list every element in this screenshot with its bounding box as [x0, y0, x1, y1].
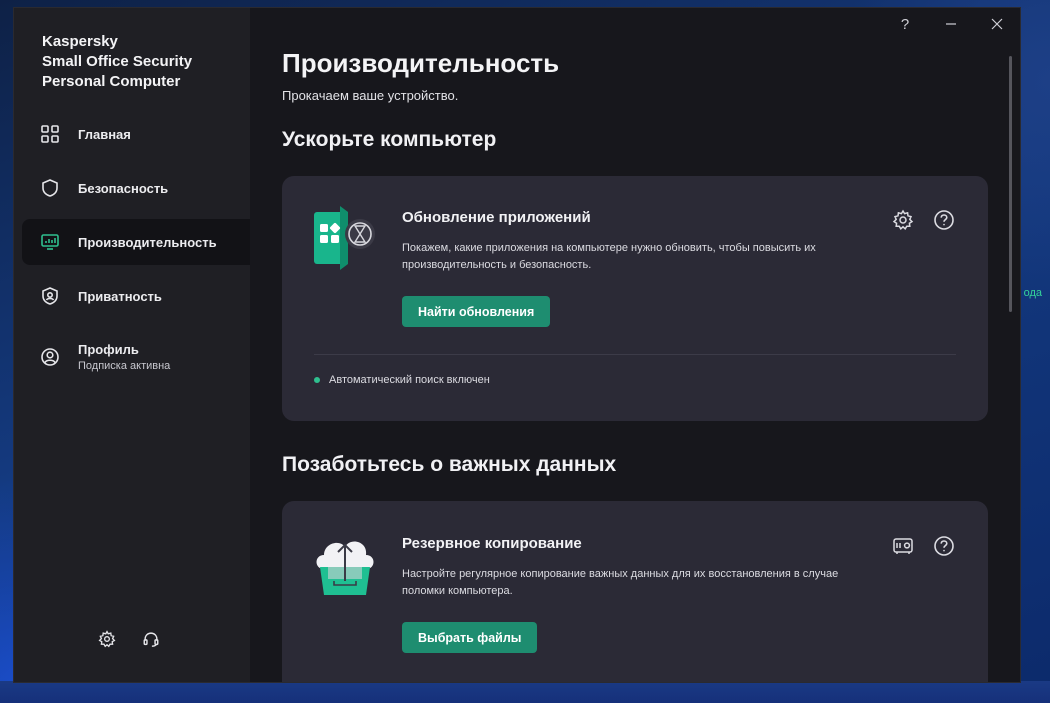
- help-button[interactable]: ?: [882, 8, 928, 40]
- gear-icon[interactable]: [98, 630, 116, 648]
- privacy-shield-icon: [40, 286, 60, 306]
- app-window: Kaspersky Small Office Security Personal…: [14, 8, 1020, 682]
- card-title: Обновление приложений: [402, 209, 591, 226]
- main-content: ? Производительность Прокачаем ваше устр…: [250, 8, 1020, 682]
- desktop-label: ода: [1023, 287, 1042, 299]
- window-controls: ?: [882, 8, 1020, 40]
- minimize-button[interactable]: [928, 8, 974, 40]
- help-circle-icon[interactable]: [933, 535, 955, 557]
- sidebar-bottom-actions: [98, 630, 160, 648]
- close-icon: [991, 18, 1003, 30]
- gear-icon[interactable]: [892, 209, 914, 231]
- sidebar-item-home[interactable]: Главная: [22, 111, 250, 157]
- card-divider: [314, 354, 956, 355]
- shield-icon: [40, 178, 60, 198]
- brand-line-1: Kaspersky: [42, 33, 118, 50]
- headset-icon[interactable]: [142, 630, 160, 648]
- app-update-illustration-icon: [310, 204, 380, 274]
- sidebar-item-label: Приватность: [78, 288, 162, 304]
- sidebar-item-label: Производительность: [78, 234, 217, 250]
- sidebar-item-profile[interactable]: Профиль Подписка активна: [22, 334, 250, 380]
- close-button[interactable]: [974, 8, 1020, 40]
- brand-line-3: Personal Computer: [42, 73, 181, 90]
- status-indicator-icon: [314, 377, 320, 383]
- backup-card: Резервное копирование Настройте регулярн…: [282, 501, 988, 682]
- status-text: Автоматический поиск включен: [329, 374, 490, 386]
- card-description: Настройте регулярное копирование важных …: [402, 568, 839, 597]
- brand-line-2: Small Office Security: [42, 53, 193, 70]
- home-grid-icon: [40, 124, 60, 144]
- sidebar-item-privacy[interactable]: Приватность: [22, 273, 250, 319]
- find-updates-button[interactable]: Найти обновления: [402, 296, 551, 327]
- backup-cloud-illustration-icon: [310, 529, 380, 599]
- profile-icon: [40, 347, 60, 367]
- sidebar-item-security[interactable]: Безопасность: [22, 165, 250, 211]
- backup-storage-icon[interactable]: [892, 535, 914, 557]
- sidebar-item-performance[interactable]: Производительность: [22, 219, 250, 265]
- section-title-data-care: Позаботьтесь о важных данных: [282, 453, 617, 476]
- app-brand: Kaspersky Small Office Security Personal…: [42, 32, 192, 92]
- monitor-icon: [40, 232, 60, 252]
- choose-files-button[interactable]: Выбрать файлы: [402, 622, 538, 653]
- sidebar-item-label: Профиль: [78, 342, 139, 357]
- app-update-card: Обновление приложений Покажем, какие при…: [282, 176, 988, 421]
- page-title: Производительность: [282, 48, 560, 78]
- help-circle-icon[interactable]: [933, 209, 955, 231]
- scrollbar-thumb[interactable]: [1009, 56, 1012, 312]
- desktop-taskbar-strip: [0, 681, 1050, 703]
- sidebar-item-label: Безопасность: [78, 180, 169, 196]
- page-subtitle: Прокачаем ваше устройство.: [282, 88, 459, 103]
- card-title: Резервное копирование: [402, 535, 582, 552]
- sidebar: Kaspersky Small Office Security Personal…: [14, 8, 250, 682]
- sidebar-item-label: Главная: [78, 126, 131, 142]
- auto-search-status: Автоматический поиск включен: [314, 374, 490, 386]
- card-description: Покажем, какие приложения на компьютере …: [402, 242, 816, 271]
- minimize-icon: [946, 23, 956, 25]
- section-title-speed-up: Ускорьте компьютер: [282, 128, 497, 151]
- subscription-status: Подписка активна: [78, 360, 171, 372]
